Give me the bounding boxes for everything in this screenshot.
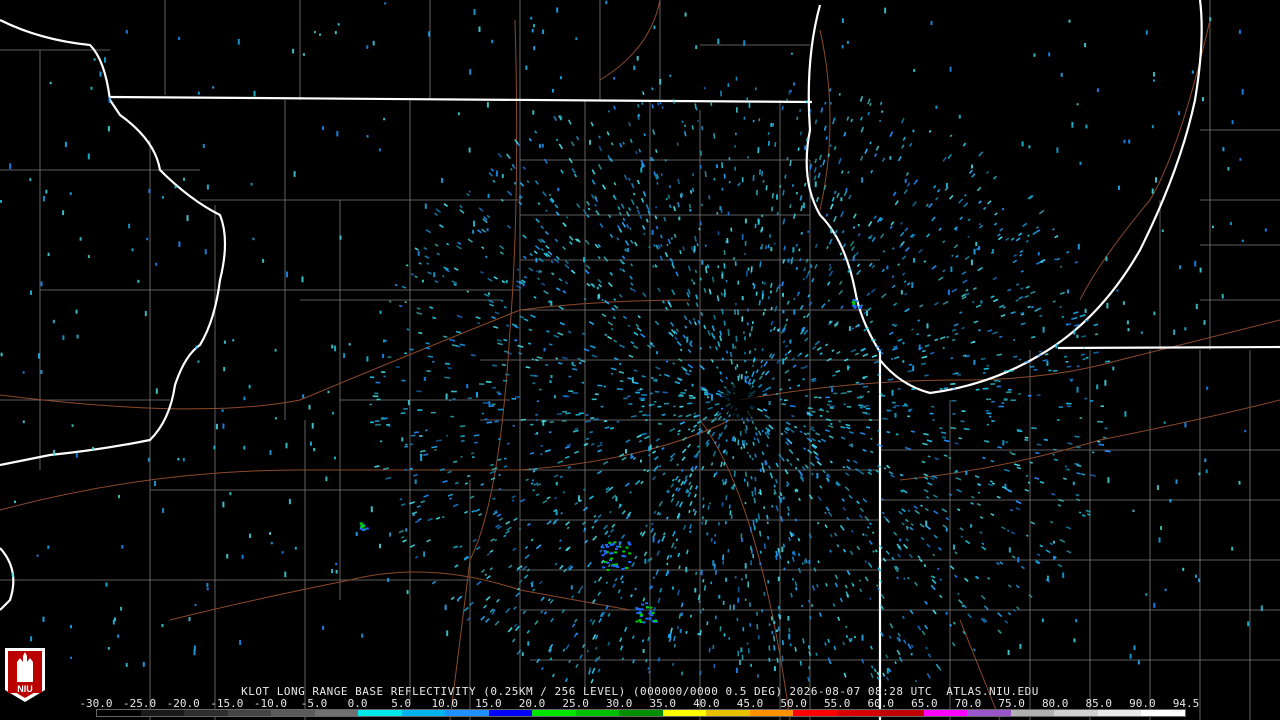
scale-swatch — [314, 710, 359, 716]
scale-swatch — [140, 710, 185, 716]
scale-swatch — [880, 710, 924, 716]
color-scale-labels: -30.0 -25.0 -20.0 -15.0 -10.0 -5.0 0.0 5.0 10.0 1… — [79, 697, 1199, 710]
scale-swatch — [1141, 710, 1185, 716]
scale-swatch — [749, 710, 794, 716]
color-scale-bar — [96, 709, 1186, 717]
scale-swatch — [619, 710, 663, 716]
scale-swatch — [488, 710, 533, 716]
scale-swatch — [793, 710, 837, 716]
scale-swatch — [836, 710, 881, 716]
scale-swatch — [271, 710, 315, 716]
scale-swatch — [1097, 710, 1142, 716]
radar-map — [0, 0, 1280, 720]
scale-swatch — [967, 710, 1011, 716]
scale-swatch — [184, 710, 228, 716]
scale-swatch — [97, 710, 141, 716]
scale-swatch — [227, 710, 272, 716]
scale-swatch — [401, 710, 446, 716]
scale-swatch — [358, 710, 402, 716]
scale-swatch — [662, 710, 707, 716]
scale-swatch — [532, 710, 576, 716]
scale-swatch — [445, 710, 489, 716]
scale-swatch — [923, 710, 968, 716]
scale-swatch — [1054, 710, 1098, 716]
scale-swatch — [575, 710, 620, 716]
scale-swatch — [706, 710, 750, 716]
scale-swatch — [1010, 710, 1055, 716]
